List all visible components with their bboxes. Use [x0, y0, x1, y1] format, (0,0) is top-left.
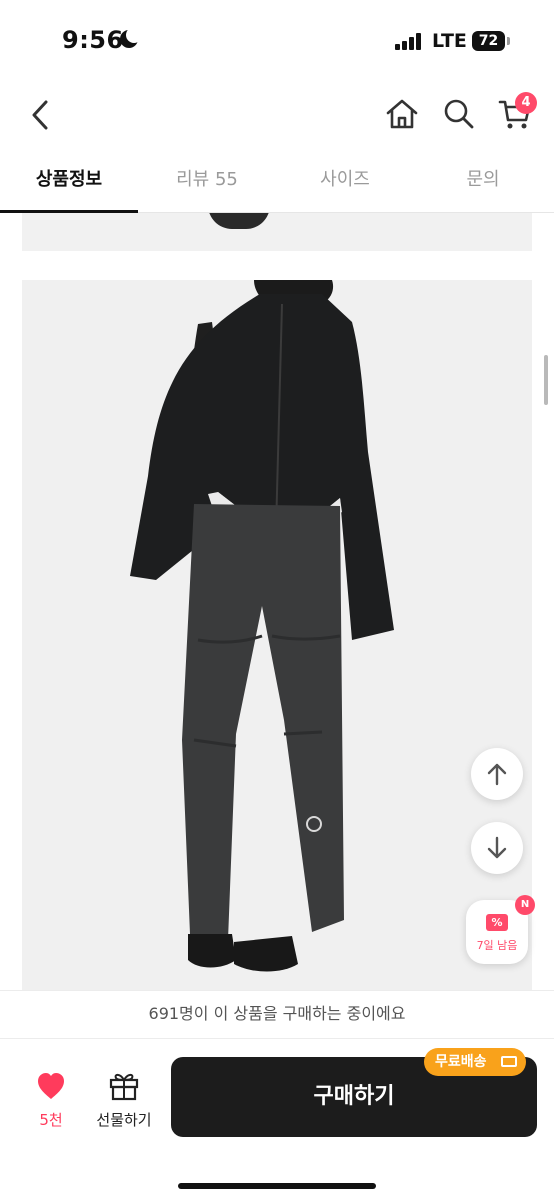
tab-size[interactable]: 사이즈 — [276, 158, 414, 213]
gift-icon — [109, 1073, 139, 1101]
purchase-notice: 691명이 이 상품을 구매하는 중이에요 — [0, 990, 554, 1038]
like-count: 5천 — [39, 1111, 63, 1129]
network-type: LTE — [432, 30, 467, 52]
heart-icon — [38, 1073, 64, 1099]
battery-icon: 72 — [472, 31, 510, 51]
product-tabs: 상품정보 리뷰 55 사이즈 문의 — [0, 158, 554, 213]
previous-product-image — [22, 213, 532, 251]
product-photo — [22, 280, 532, 990]
chevron-left-icon[interactable] — [26, 98, 56, 132]
status-time: 9:56 — [62, 26, 124, 54]
scroll-up-button[interactable] — [471, 748, 523, 800]
like-button[interactable]: 5천 — [24, 1069, 78, 1133]
shoe-shape — [208, 213, 270, 229]
home-indicator[interactable] — [178, 1183, 376, 1189]
coupon-icon: % — [486, 914, 508, 931]
tab-reviews[interactable]: 리뷰 55 — [138, 158, 276, 213]
gift-label: 선물하기 — [96, 1111, 152, 1129]
scrollbar[interactable] — [544, 355, 548, 405]
signal-icon — [395, 33, 421, 50]
moon-icon — [120, 27, 142, 48]
free-shipping-tag: 무료배송 — [424, 1048, 526, 1076]
top-nav — [0, 80, 554, 150]
new-badge: N — [515, 895, 535, 915]
cart-count-badge: 4 — [515, 92, 537, 114]
status-bar: 9:56 LTE 72 — [0, 0, 554, 80]
search-icon[interactable] — [441, 96, 477, 132]
coupon-remaining-text: 7일 남음 — [476, 939, 518, 952]
arrow-down-icon — [487, 836, 507, 859]
tab-product-info[interactable]: 상품정보 — [0, 158, 138, 213]
free-shipping-label: 무료배송 — [435, 1054, 487, 1070]
bottom-action-bar: 5천 선물하기 구매하기 무료배송 — [0, 1038, 554, 1200]
scroll-down-button[interactable] — [471, 822, 523, 874]
arrow-up-icon — [487, 763, 507, 786]
truck-icon — [501, 1056, 517, 1067]
tab-inquiry[interactable]: 문의 — [414, 158, 552, 213]
home-icon[interactable] — [384, 96, 420, 132]
gift-button[interactable]: 선물하기 — [88, 1069, 160, 1133]
